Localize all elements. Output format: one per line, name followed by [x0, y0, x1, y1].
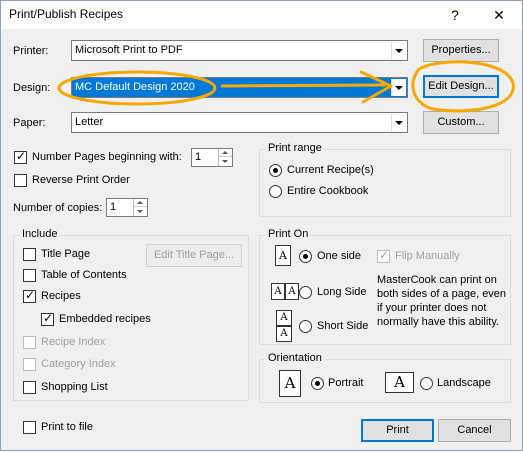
annotation-button-circle: [411, 60, 515, 113]
orange-annotation: [57, 60, 515, 113]
annotation-arrow-shaft: [220, 83, 387, 88]
print-publish-dialog: Print/Publish Recipes ? ✕ Printer: Micro…: [0, 0, 523, 451]
annotation-circle: [57, 70, 217, 106]
annotation-arrow-head: [359, 70, 393, 104]
